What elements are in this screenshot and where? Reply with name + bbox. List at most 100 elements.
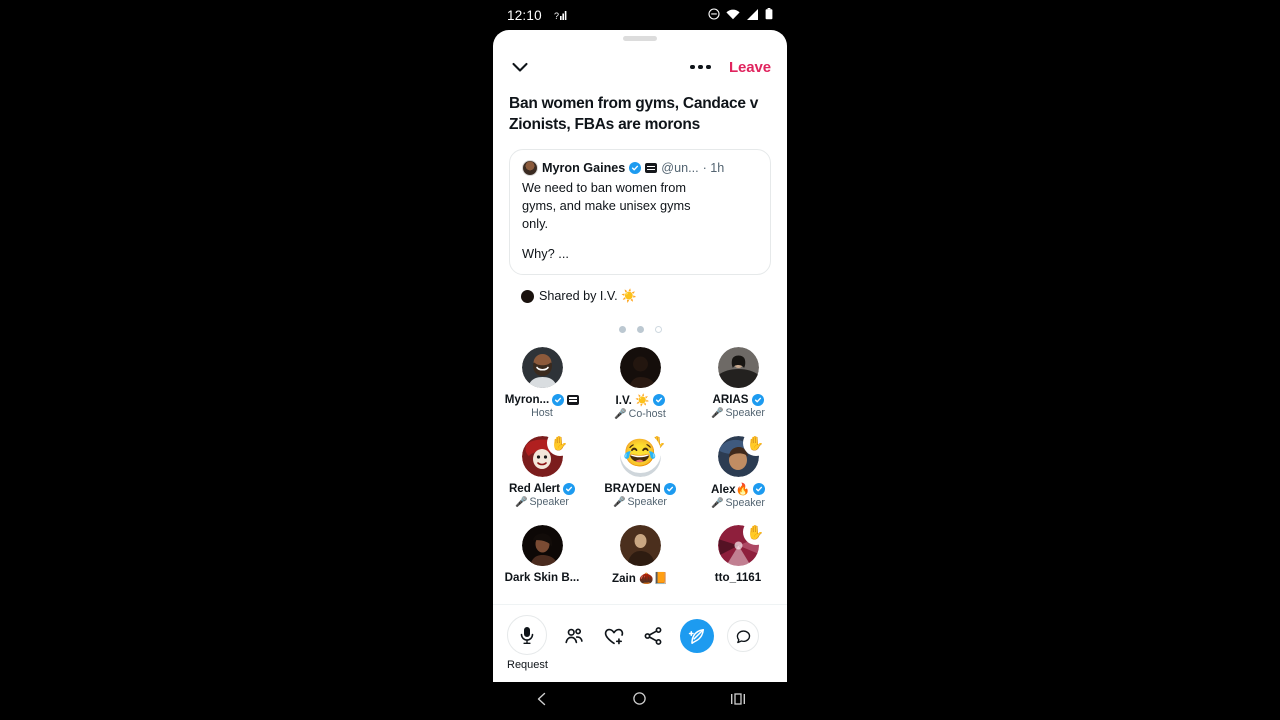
status-right-icons xyxy=(708,7,773,23)
dnd-icon xyxy=(708,7,720,23)
verified-badge-icon xyxy=(652,394,665,406)
android-nav-bar xyxy=(493,682,787,720)
compose-tweet-icon[interactable] xyxy=(679,619,714,653)
leave-button[interactable]: Leave xyxy=(729,59,771,76)
verified-badge-icon xyxy=(663,482,676,495)
tweet-handle: @un... xyxy=(661,161,699,175)
status-time: 12:10 xyxy=(507,7,542,23)
avatar-wrap: ✋ 😂 xyxy=(619,431,670,477)
verified-badge-icon xyxy=(552,393,565,406)
heart-plus-icon[interactable] xyxy=(601,623,627,649)
tweet-header: Myron Gaines @un... · 1h xyxy=(522,160,758,176)
chevron-down-icon[interactable] xyxy=(509,56,531,78)
toolbar-actions xyxy=(548,615,773,657)
people-add-icon[interactable] xyxy=(561,623,587,649)
speaker-name: Myron... xyxy=(504,393,550,406)
sheet-top-bar: Leave xyxy=(493,41,787,93)
speaker-name-row: Red Alert xyxy=(508,482,576,495)
speaker-name: I.V. ☀️ xyxy=(615,394,650,407)
status-bar: 12:10 ? xyxy=(493,0,787,30)
cellular-icon xyxy=(746,8,759,23)
svg-text:?: ? xyxy=(554,11,559,21)
verified-badge-icon xyxy=(751,393,764,406)
more-options-icon[interactable] xyxy=(690,64,711,70)
recents-icon[interactable] xyxy=(730,692,746,711)
page-title: Ban women from gyms, Candace v Zionists,… xyxy=(509,95,759,133)
speaker-role: 🎤 Co-host xyxy=(614,408,666,420)
signal-left-icon: ? xyxy=(554,9,567,22)
role-label: Speaker xyxy=(725,407,765,419)
avatar xyxy=(522,160,538,176)
speaker-cell[interactable]: ✋ Red Alert 🎤 Speaker xyxy=(493,431,591,509)
avatar xyxy=(619,347,661,388)
speaker-name-row: ARIAS xyxy=(712,393,764,406)
avatar-wrap xyxy=(521,347,563,388)
avatar xyxy=(521,290,534,303)
page-dot[interactable] xyxy=(618,326,626,333)
speaker-role: 🎤 Speaker xyxy=(515,496,569,508)
shared-tweet-card[interactable]: Myron Gaines @un... · 1h We need to ban … xyxy=(509,149,771,275)
speaker-name-row: Zain 🌰📙 xyxy=(612,571,668,585)
avatar-wrap: ✋ xyxy=(717,431,768,477)
speaker-role: 🎤 Speaker xyxy=(613,496,667,508)
speaker-name: Red Alert xyxy=(508,482,561,495)
speaker-name: Dark Skin B... xyxy=(504,571,580,584)
speaker-cell[interactable]: ✋ 😂 BRAYDEN 🎤 Speaker xyxy=(591,431,689,509)
speaker-role: 🎤 Speaker xyxy=(711,407,765,419)
affiliate-badge-icon xyxy=(645,163,658,173)
mic-muted-icon: 🎤 xyxy=(614,408,627,420)
tweet-body-text: We need to ban women from gyms, and make… xyxy=(522,180,691,231)
speaker-cell[interactable]: ARIAS 🎤 Speaker xyxy=(689,347,787,420)
shared-by-row: Shared by I.V. ☀️ xyxy=(521,289,787,304)
role-label: Speaker xyxy=(529,496,569,508)
speaker-cell[interactable]: Dark Skin B... xyxy=(493,525,591,585)
role-label: Co-host xyxy=(628,408,666,420)
avatar-wrap: ✋ xyxy=(717,520,768,566)
affiliate-badge-icon xyxy=(567,394,580,405)
raised-hand-icon: ✋ xyxy=(743,431,768,455)
speaker-cell[interactable]: Myron... Host xyxy=(493,347,591,420)
verified-badge-icon xyxy=(629,162,642,174)
speaker-cell[interactable]: I.V. ☀️ 🎤 Co-host xyxy=(591,347,689,420)
mic-muted-icon: 🎤 xyxy=(711,497,724,509)
speaker-cell[interactable]: ✋ Alex🔥 🎤 Speaker xyxy=(689,431,787,509)
shared-by-label: Shared by I.V. ☀️ xyxy=(539,289,637,303)
microphone-icon[interactable] xyxy=(507,615,548,655)
speaker-name-row: Myron... xyxy=(504,393,580,406)
back-chevron-icon[interactable] xyxy=(534,691,550,712)
request-to-speak-button[interactable]: Request xyxy=(507,615,548,671)
avatar-wrap xyxy=(619,525,661,566)
speaker-name: Alex🔥 xyxy=(711,483,750,496)
mic-muted-icon: 🎤 xyxy=(515,496,528,508)
role-label: Speaker xyxy=(725,497,765,509)
page-dot-active[interactable] xyxy=(654,326,662,333)
raised-hand-icon: ✋ xyxy=(743,520,768,544)
speaker-cell[interactable]: ✋ tto_1161 xyxy=(689,520,787,585)
speaker-cell[interactable]: Zain 🌰📙 xyxy=(591,525,689,585)
avatar xyxy=(521,525,563,566)
screen: 12:10 ? Leave Ban women from gyms, Canda… xyxy=(0,0,1280,720)
share-icon[interactable] xyxy=(640,623,666,649)
speaker-name-row: tto_1161 xyxy=(715,571,761,584)
speaker-name: BRAYDEN xyxy=(604,482,661,495)
speaker-name-row: Alex🔥 xyxy=(711,482,765,496)
wifi-icon xyxy=(726,8,740,23)
speakers-grid: Myron... Host I.V. ☀️ 🎤 Co-host ARIAS 🎤 … xyxy=(493,347,787,585)
avatar xyxy=(521,347,563,388)
chat-bubble-icon[interactable] xyxy=(727,620,760,652)
speaker-name: Zain 🌰📙 xyxy=(612,572,668,585)
speaker-name-row: BRAYDEN xyxy=(604,482,676,495)
home-circle-icon[interactable] xyxy=(632,691,647,711)
speaker-role: 🎤 Speaker xyxy=(711,497,765,509)
space-sheet: Leave Ban women from gyms, Candace v Zio… xyxy=(493,30,787,682)
avatar xyxy=(619,525,661,566)
tweet-author-name: Myron Gaines xyxy=(542,161,626,175)
speaker-name: tto_1161 xyxy=(714,571,762,584)
page-dot[interactable] xyxy=(636,326,644,333)
speaker-name-row: Dark Skin B... xyxy=(505,571,580,584)
avatar xyxy=(717,347,759,388)
role-label: Host xyxy=(531,407,553,419)
pagination-dots[interactable] xyxy=(493,326,787,333)
request-label: Request xyxy=(507,659,548,671)
speaker-name: ARIAS xyxy=(712,393,749,406)
